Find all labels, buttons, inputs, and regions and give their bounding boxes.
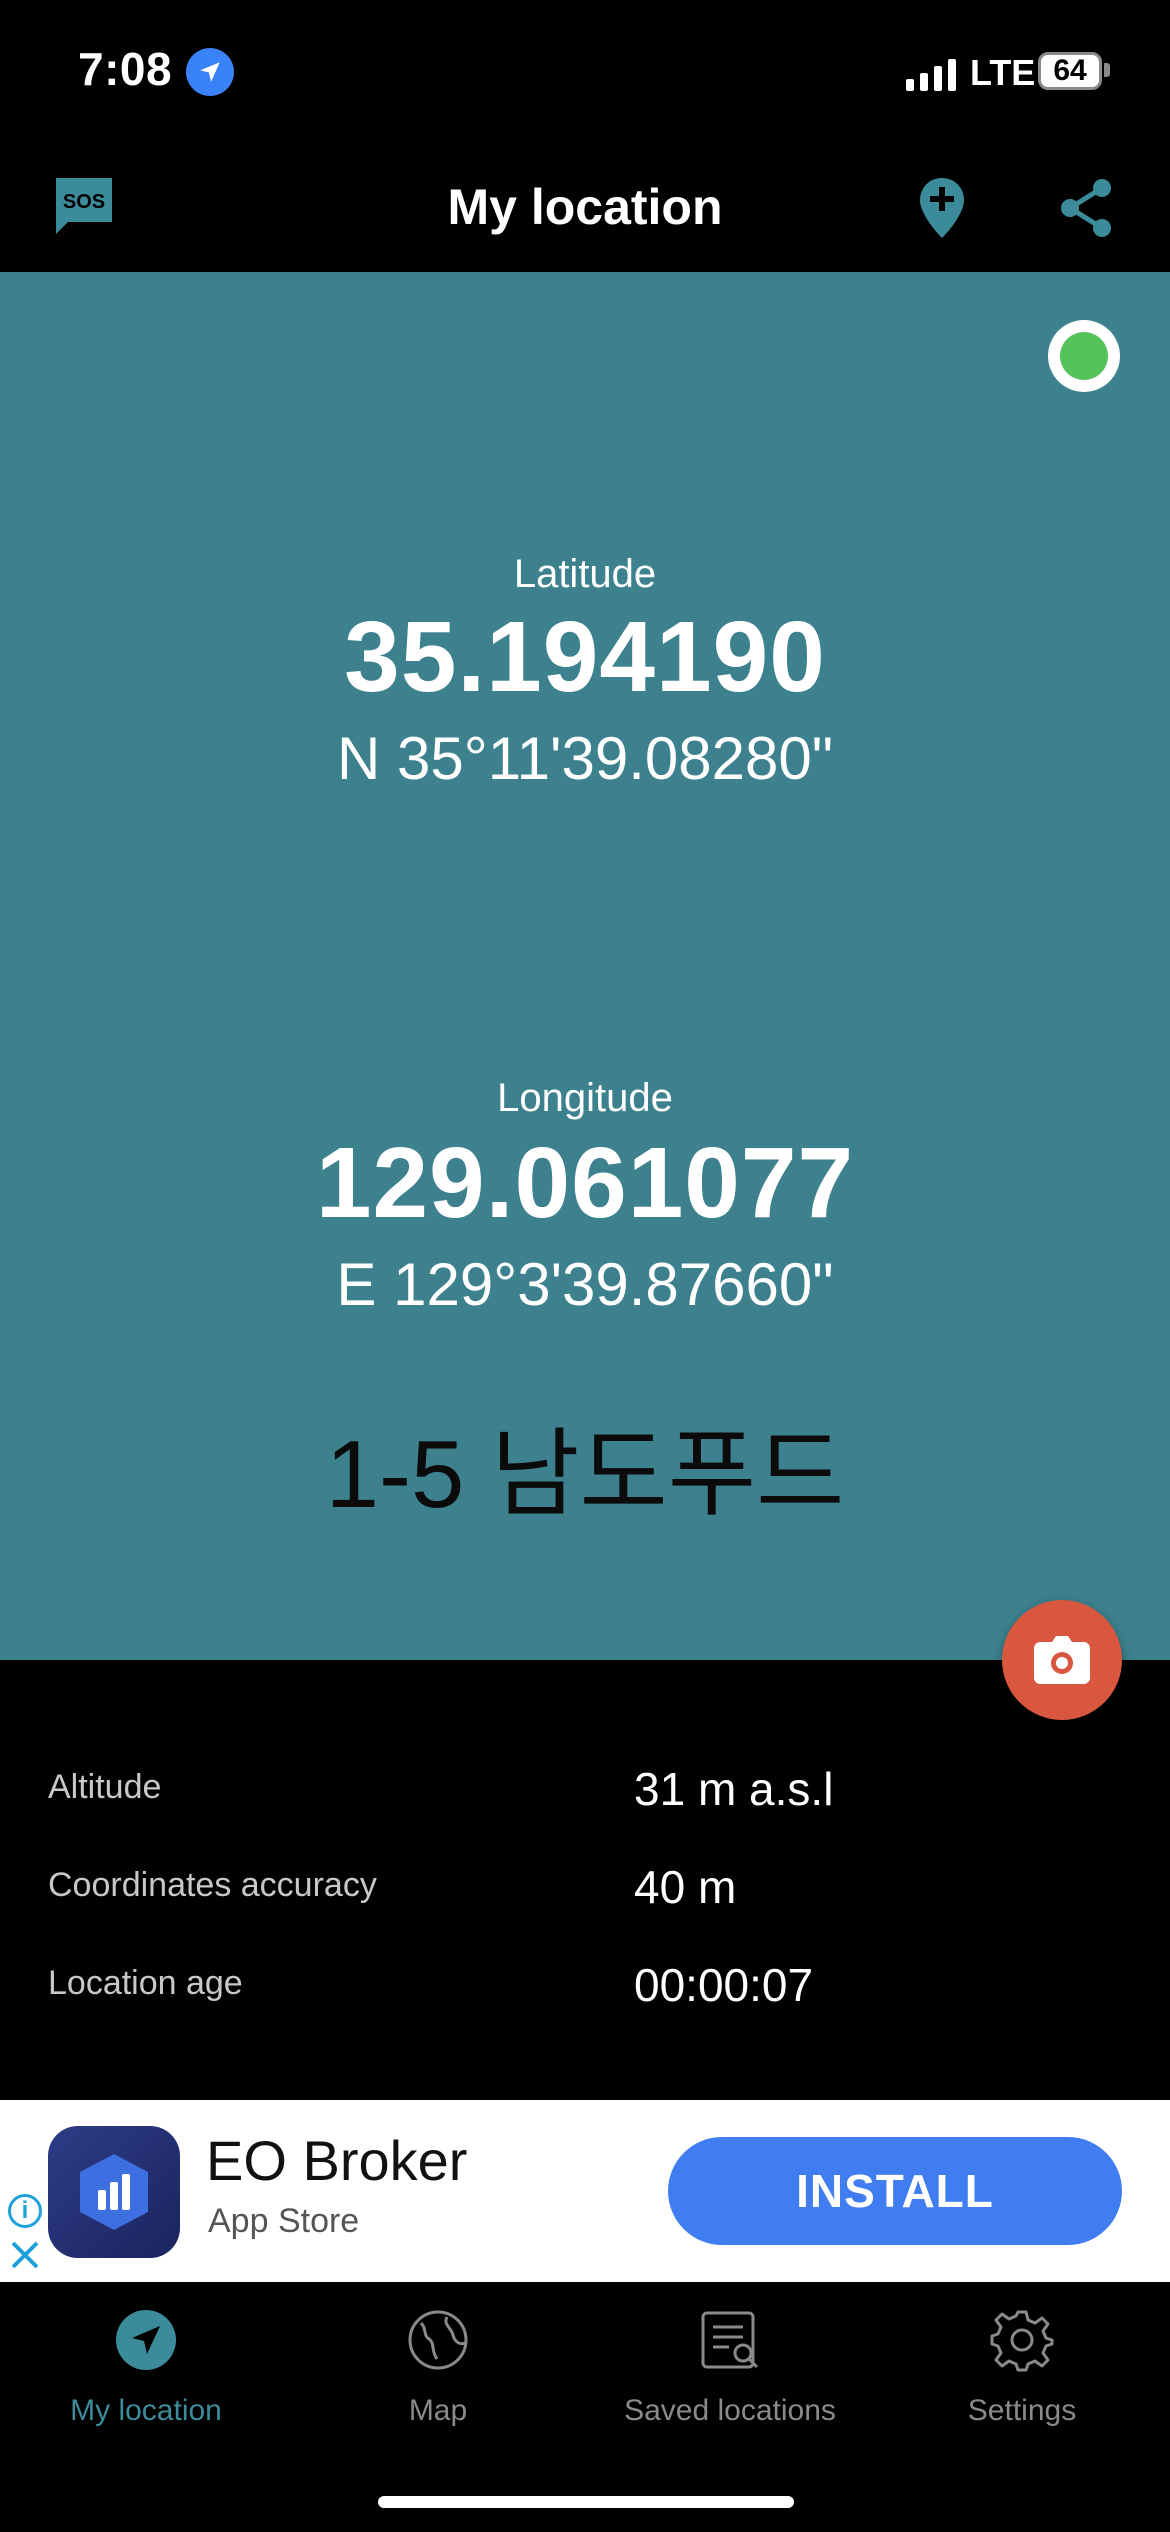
add-location-pin-icon[interactable] <box>918 176 966 240</box>
location-age-label: Location age <box>48 1964 243 2002</box>
camera-icon <box>1034 1636 1090 1684</box>
longitude-dms: E 129°3'39.87660" <box>336 1251 834 1318</box>
altitude-value: 31 m a.s.l <box>634 1763 834 1815</box>
latitude-value: 35.194190 <box>344 601 826 713</box>
gps-status-dot <box>1060 332 1108 380</box>
latitude-label: Latitude <box>513 552 657 596</box>
tab-my-location[interactable]: My location <box>0 2300 292 2428</box>
latitude-dms: N 35°11'39.08280" <box>336 725 834 792</box>
tab-label: Saved locations <box>624 2394 836 2427</box>
accuracy-label: Coordinates accuracy <box>48 1866 377 1904</box>
gear-icon <box>876 2300 1168 2380</box>
status-time: 7:08 <box>78 43 173 95</box>
battery-tip <box>1104 63 1110 77</box>
location-services-icon <box>186 48 234 96</box>
gps-status-indicator <box>1048 320 1120 392</box>
altitude-label: Altitude <box>48 1768 162 1806</box>
location-age-value: 00:00:07 <box>634 1959 814 2011</box>
page-title: My location <box>447 179 723 235</box>
network-type: LTE <box>970 52 1036 93</box>
navigation-arrow-icon <box>0 2300 292 2380</box>
home-indicator[interactable] <box>378 2496 794 2508</box>
cellular-signal-icon <box>906 55 956 91</box>
ad-close-icon[interactable] <box>8 2238 42 2272</box>
tab-settings[interactable]: Settings <box>876 2300 1168 2428</box>
ad-app-icon[interactable] <box>48 2126 180 2258</box>
address-text: 1-5 남도푸드 <box>325 1421 845 1528</box>
battery-level: 64 <box>1053 54 1087 87</box>
longitude-label: Longitude <box>497 1076 673 1120</box>
ad-info-icon[interactable]: i <box>8 2194 42 2228</box>
accuracy-value: 40 m <box>634 1861 737 1913</box>
tab-label: My location <box>70 2394 222 2427</box>
install-button[interactable]: INSTALL <box>668 2137 1122 2245</box>
tab-saved-locations[interactable]: Saved locations <box>584 2300 876 2428</box>
saved-list-icon <box>584 2300 876 2380</box>
ad-subtitle: App Store <box>208 2202 360 2240</box>
tab-label: Settings <box>967 2394 1077 2427</box>
longitude-value: 129.061077 <box>315 1127 855 1239</box>
ad-title[interactable]: EO Broker <box>206 2128 467 2193</box>
camera-button[interactable] <box>1002 1600 1122 1720</box>
tab-label: Map <box>408 2394 468 2427</box>
battery-icon: 64 <box>1038 52 1102 90</box>
tab-map[interactable]: Map <box>292 2300 584 2428</box>
share-icon[interactable] <box>1058 178 1114 238</box>
globe-icon <box>292 2300 584 2380</box>
